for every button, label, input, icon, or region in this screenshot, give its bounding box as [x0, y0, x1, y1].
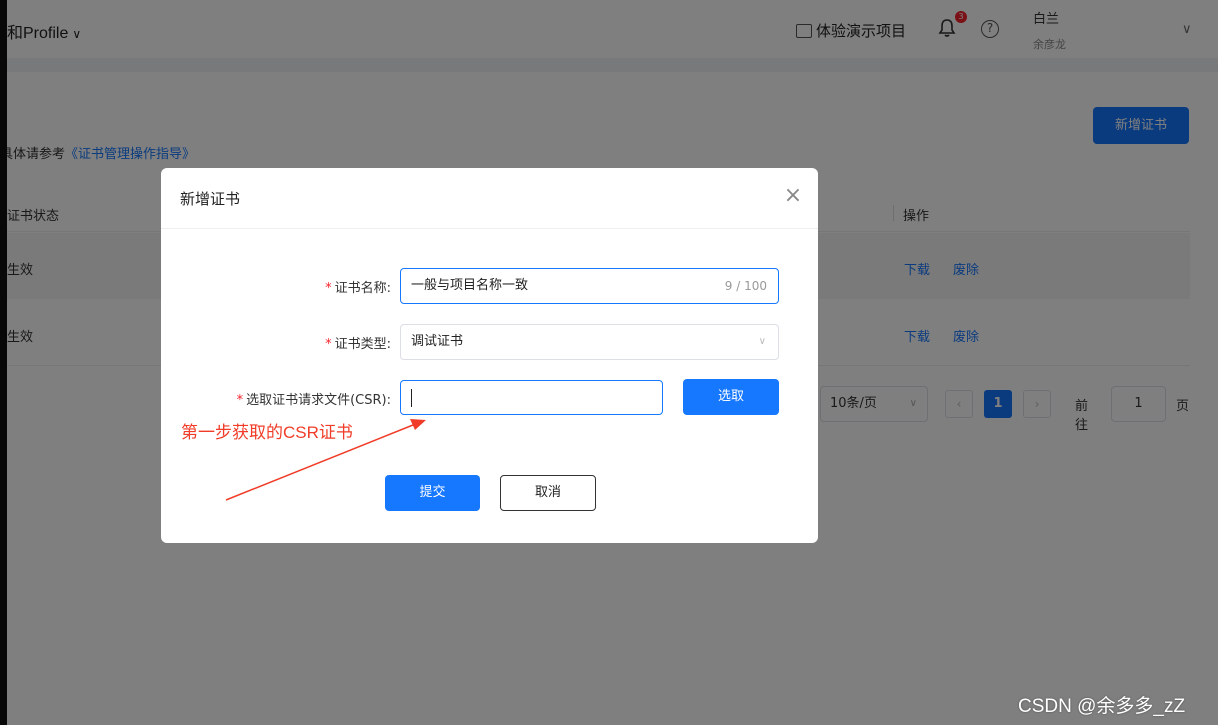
close-icon[interactable]: × [782, 185, 804, 208]
cert-name-value: 一般与项目名称一致 [411, 278, 529, 293]
required-mark: * [325, 281, 332, 296]
annotation-text: 第一步获取的CSR证书 [181, 423, 353, 442]
cert-name-label-text: 证书名称: [334, 281, 391, 296]
cert-type-select[interactable]: 调试证书 ∨ [400, 324, 779, 360]
cancel-button[interactable]: 取消 [500, 475, 596, 511]
cert-type-label: * 证书类型: [301, 333, 391, 352]
select-file-button[interactable]: 选取 [683, 379, 779, 415]
chevron-down-icon: ∨ [758, 336, 766, 347]
required-mark: * [325, 337, 332, 352]
cert-type-value: 调试证书 [411, 334, 464, 349]
required-mark: * [236, 393, 244, 408]
dialog-title: 新增证书 [180, 190, 241, 208]
cert-type-label-text: 证书类型: [334, 337, 391, 352]
dialog-divider [161, 228, 818, 229]
char-counter: 9 / 100 [724, 279, 767, 293]
cert-name-input[interactable]: 一般与项目名称一致 9 / 100 [400, 268, 779, 304]
csr-file-label-text: 选取证书请求文件(CSR): [246, 393, 391, 408]
add-certificate-dialog: 新增证书 × * 证书名称: 一般与项目名称一致 9 / 100 * 证书类型: 调… [161, 168, 818, 543]
submit-button[interactable]: 提交 [385, 475, 480, 511]
watermark: CSDN @余多多_zZ [1018, 696, 1186, 717]
text-cursor [411, 389, 412, 407]
cert-name-label: * 证书名称: [301, 277, 391, 296]
csr-file-label: * 选取证书请求文件(CSR): [191, 389, 391, 408]
csr-file-input[interactable] [400, 380, 663, 415]
